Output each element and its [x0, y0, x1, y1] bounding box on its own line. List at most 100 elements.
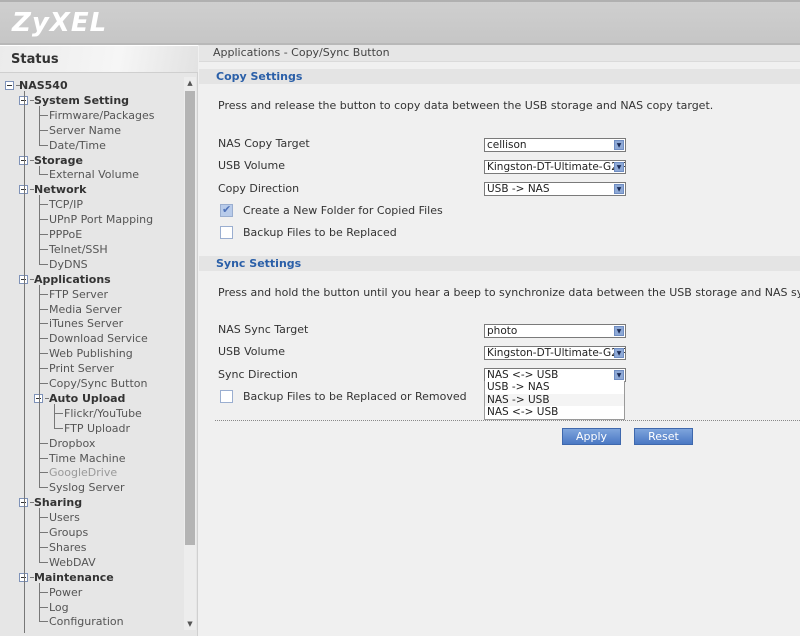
sidebar-item-googledrive[interactable]: GoogleDrive [49, 465, 117, 480]
sidebar-category-network[interactable]: Network [34, 182, 86, 197]
copy-direction-label: Copy Direction [218, 182, 300, 195]
sidebar-category-applications[interactable]: Applications [34, 272, 111, 287]
dropdown-arrow-icon[interactable]: ▼ [614, 326, 624, 336]
sidebar-item-users[interactable]: Users [49, 510, 80, 525]
sync-backup-checkbox[interactable] [220, 390, 233, 403]
reset-button[interactable]: Reset [634, 428, 693, 445]
sidebar-category-system-setting[interactable]: System Setting [34, 93, 129, 108]
tree-connector [39, 487, 48, 489]
tree-connector [39, 472, 48, 474]
sync-settings-heading: Sync Settings [199, 256, 800, 271]
sync-usb-volume-select[interactable]: Kingston-DT-Ultimate-G2-PMAP ▼ [484, 346, 626, 360]
sidebar-category-storage[interactable]: Storage [34, 153, 83, 168]
dropdown-arrow-icon[interactable]: ▼ [614, 348, 624, 358]
sidebar-item-itunes-server[interactable]: iTunes Server [49, 316, 123, 331]
sidebar-item-external-volume[interactable]: External Volume [49, 167, 139, 182]
sidebar-item-power[interactable]: Power [49, 585, 82, 600]
sidebar-item-upnp-port-mapping[interactable]: UPnP Port Mapping [49, 212, 153, 227]
tree-connector [39, 591, 48, 593]
sidebar-item-pppoe[interactable]: PPPoE [49, 227, 82, 242]
scroll-down-arrow-icon[interactable]: ▼ [184, 618, 196, 630]
sidebar-item-ftp-server[interactable]: FTP Server [49, 287, 108, 302]
sidebar-item-configuration[interactable]: Configuration [49, 614, 124, 629]
scroll-up-arrow-icon[interactable]: ▲ [184, 77, 196, 89]
copy-backup-label: Backup Files to be Replaced [243, 226, 397, 239]
copy-settings-heading: Copy Settings [199, 69, 800, 84]
sidebar-item-copy-sync-button[interactable]: Copy/Sync Button [49, 376, 147, 391]
dropdown-arrow-icon[interactable]: ▼ [614, 184, 624, 194]
nas-sync-target-value: photo [487, 325, 518, 337]
tree-connector [39, 219, 48, 221]
dropdown-option[interactable]: NAS <-> USB [485, 406, 624, 419]
dropdown-option[interactable]: USB -> NAS [485, 381, 624, 394]
sidebar-item-log[interactable]: Log [49, 600, 69, 615]
header-bar: ZyXEL [0, 0, 800, 45]
create-new-folder-label: Create a New Folder for Copied Files [243, 204, 443, 217]
tree-root-nas540[interactable]: NAS540 [19, 78, 68, 93]
sidebar-item-telnet-ssh[interactable]: Telnet/SSH [49, 242, 108, 257]
dropdown-option[interactable]: NAS -> USB [485, 393, 624, 406]
tree-connector [39, 308, 48, 310]
copy-backup-checkbox[interactable] [220, 226, 233, 239]
sidebar-item-media-server[interactable]: Media Server [49, 302, 122, 317]
dropdown-arrow-icon[interactable]: ▼ [614, 162, 624, 172]
tree-connector [39, 546, 48, 548]
sync-usb-volume-label: USB Volume [218, 345, 285, 358]
sidebar-item-web-publishing[interactable]: Web Publishing [49, 346, 133, 361]
nas-sync-target-select[interactable]: photo ▼ [484, 324, 626, 338]
sidebar-scrollbar[interactable]: ▲ ▼ [184, 77, 196, 630]
apply-button[interactable]: Apply [562, 428, 621, 445]
sidebar-item-server-name[interactable]: Server Name [49, 123, 121, 138]
tree-connector [39, 368, 48, 370]
sidebar-category-maintenance[interactable]: Maintenance [34, 570, 114, 585]
tree-connector [39, 457, 48, 459]
status-label: Status [11, 52, 59, 67]
copy-description: Press and release the button to copy dat… [218, 99, 714, 112]
sidebar-item-tcp-ip[interactable]: TCP/IP [49, 197, 83, 212]
sync-usb-volume-value: Kingston-DT-Ultimate-G2-PMAP [487, 347, 625, 359]
collapse-toggle-icon[interactable] [5, 81, 14, 90]
sidebar: Status NAS540 System Setting Firmware/Pack… [0, 45, 198, 636]
tree-connector [39, 517, 48, 519]
status-tab[interactable]: Status [0, 45, 198, 73]
sidebar-item-ftp-uploadr[interactable]: FTP Uploadr [64, 421, 130, 436]
scrollbar-thumb[interactable] [185, 91, 195, 545]
sidebar-item-date-time[interactable]: Date/Time [49, 138, 106, 153]
copy-usb-volume-select[interactable]: Kingston-DT-Ultimate-G2-PMAP ▼ [484, 160, 626, 174]
sidebar-item-time-machine[interactable]: Time Machine [49, 451, 125, 466]
sidebar-item-dydns[interactable]: DyDNS [49, 257, 88, 272]
sync-direction-value: NAS <-> USB [487, 369, 559, 381]
tree-connector [39, 323, 48, 325]
sidebar-item-print-server[interactable]: Print Server [49, 361, 114, 376]
dropdown-arrow-icon[interactable]: ▼ [614, 370, 624, 380]
sidebar-item-flickr-youtube[interactable]: Flickr/YouTube [64, 406, 142, 421]
sidebar-item-download-service[interactable]: Download Service [49, 331, 148, 346]
sync-description: Press and hold the button until you hear… [218, 286, 800, 299]
sync-direction-select[interactable]: NAS <-> USB ▼ [484, 368, 626, 382]
create-new-folder-checkbox[interactable] [220, 203, 233, 217]
tree-connector [54, 412, 63, 414]
tree-connector [39, 383, 48, 384]
tree-connector [39, 195, 40, 265]
nas-copy-target-select[interactable]: cellison ▼ [484, 138, 626, 152]
dropdown-arrow-icon[interactable]: ▼ [614, 140, 624, 150]
sidebar-item-shares[interactable]: Shares [49, 540, 86, 555]
sidebar-item-auto-upload[interactable]: Auto Upload [49, 391, 125, 406]
sidebar-item-dropbox[interactable]: Dropbox [49, 436, 95, 451]
sidebar-item-firmware-packages[interactable]: Firmware/Packages [49, 108, 154, 123]
tree-connector [39, 165, 40, 176]
copy-direction-select[interactable]: USB -> NAS ▼ [484, 182, 626, 196]
sidebar-item-syslog-server[interactable]: Syslog Server [49, 480, 125, 495]
tree-connector [39, 606, 48, 608]
navigation-tree: NAS540 System Setting Firmware/Packages Ser… [0, 77, 184, 633]
sidebar-item-groups[interactable]: Groups [49, 525, 88, 540]
tree-connector [39, 248, 48, 250]
tree-connector [39, 508, 40, 563]
sidebar-item-webdav[interactable]: WebDAV [49, 555, 96, 570]
tree-connector [39, 144, 48, 146]
tree-connector [54, 427, 63, 429]
copy-direction-value: USB -> NAS [487, 183, 550, 195]
tree-connector [39, 129, 48, 131]
sidebar-category-sharing[interactable]: Sharing [34, 495, 82, 510]
tree-connector [39, 174, 48, 176]
